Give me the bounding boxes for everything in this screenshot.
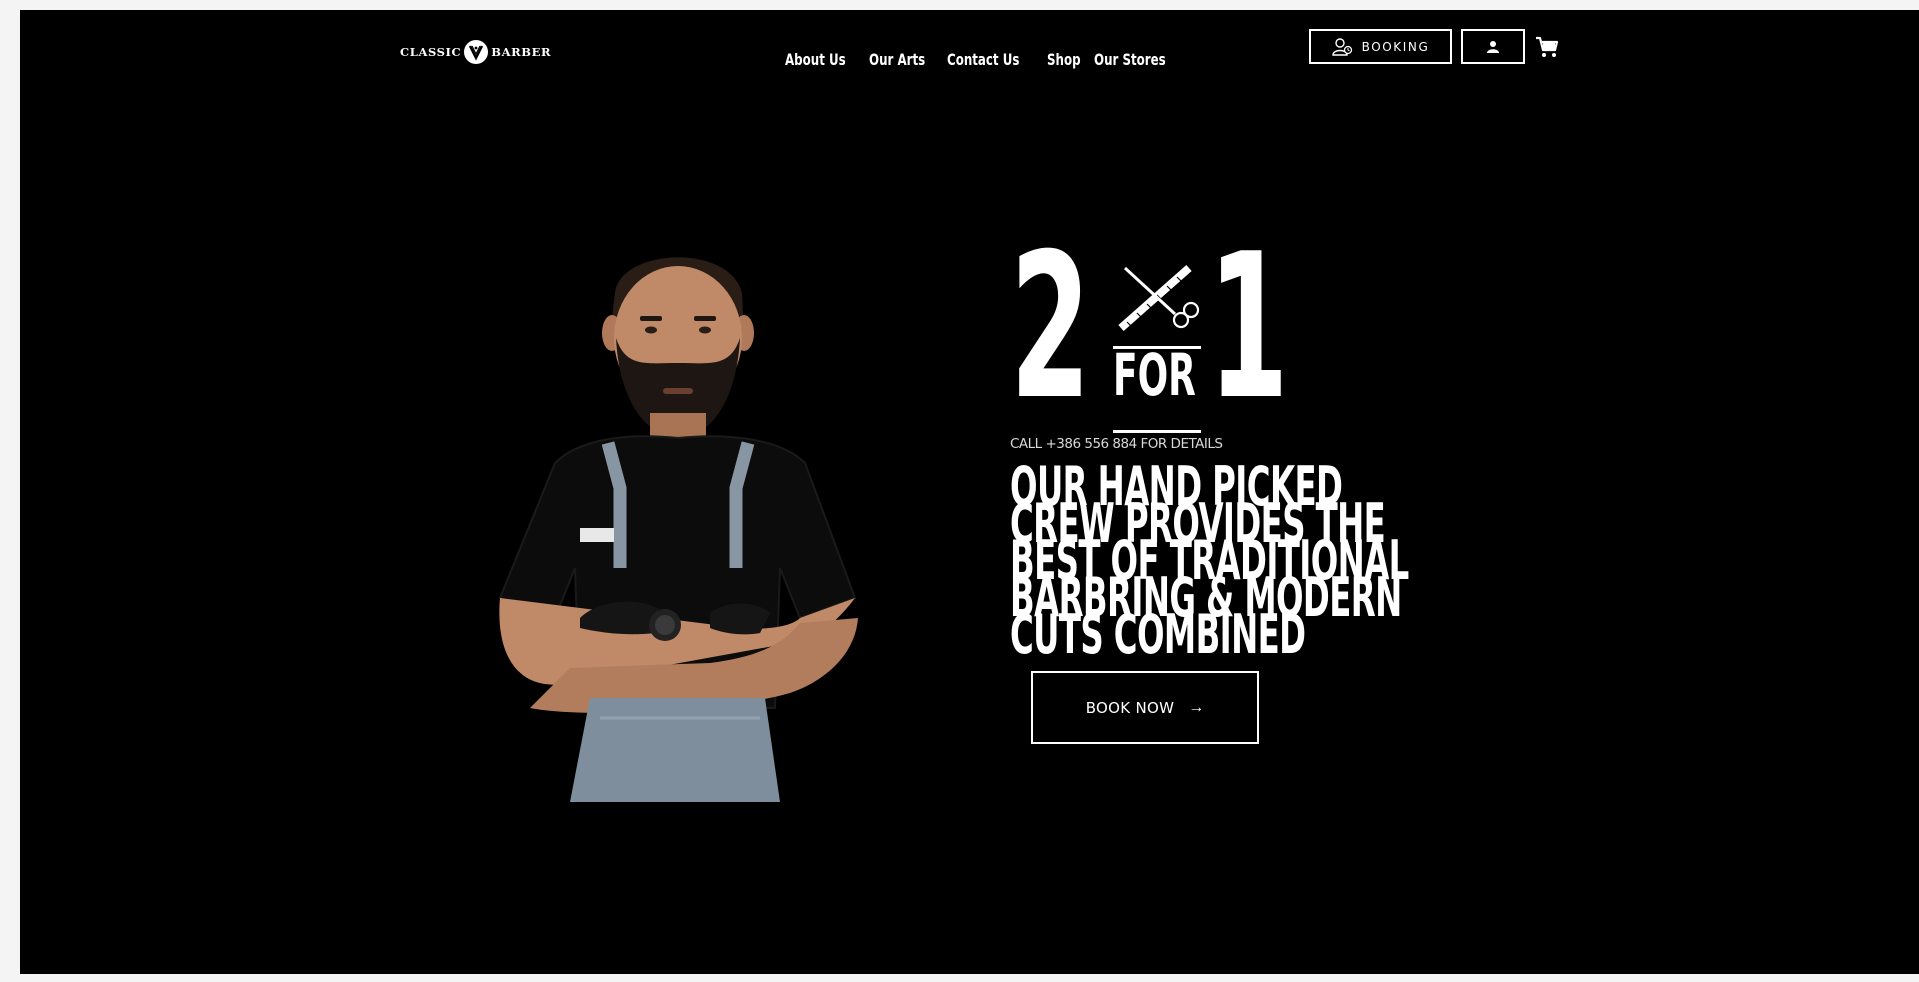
promo-digit-1: 1 xyxy=(1208,211,1289,444)
arrow-right-icon: → xyxy=(1188,698,1205,716)
book-now-button[interactable]: BOOK NOW → xyxy=(1031,671,1259,744)
user-icon xyxy=(1487,40,1499,53)
logo-right-word: BARBER xyxy=(491,45,552,59)
page: CLASSIC BARBER About Us Our Arts Contact… xyxy=(20,10,1919,974)
promo-divider-bottom xyxy=(1113,430,1201,433)
promo-for-text: FOR xyxy=(1113,341,1196,409)
headline-line: CUTS COMBINED xyxy=(1010,603,1306,666)
nav-our-stores[interactable]: Our Stores xyxy=(1094,50,1166,69)
nav-about-us[interactable]: About Us xyxy=(785,50,846,69)
nav-shop[interactable]: Shop xyxy=(1047,50,1081,69)
nav-our-arts[interactable]: Our Arts xyxy=(869,50,925,69)
main-nav: About Us Our Arts Contact Us Shop Our St… xyxy=(785,34,1173,84)
booking-button[interactable]: BOOKING xyxy=(1309,29,1452,64)
book-now-label: BOOK NOW xyxy=(1085,698,1175,717)
hero-headline: OUR HAND PICKED CREW PROVIDES THE BEST O… xyxy=(1010,460,1550,666)
barber-portrait-photo xyxy=(498,257,858,802)
nav-contact-us[interactable]: Contact Us xyxy=(947,50,1019,69)
call-details-text: CALL +386 556 884 FOR DETAILS xyxy=(1010,436,1223,452)
account-button[interactable] xyxy=(1461,29,1525,64)
barber-crest-emblem-icon xyxy=(464,40,489,64)
promo-2-for-1: 2 FOR 1 xyxy=(1010,228,1290,436)
logo-left-word: CLASSIC xyxy=(400,45,462,59)
scissors-comb-icon xyxy=(1118,265,1200,331)
site-logo[interactable]: CLASSIC BARBER xyxy=(400,32,551,72)
booking-label: BOOKING xyxy=(1361,39,1430,54)
promo-digit-2: 2 xyxy=(1010,211,1091,444)
cart-icon[interactable] xyxy=(1534,34,1560,60)
booking-people-icon xyxy=(1331,37,1352,56)
